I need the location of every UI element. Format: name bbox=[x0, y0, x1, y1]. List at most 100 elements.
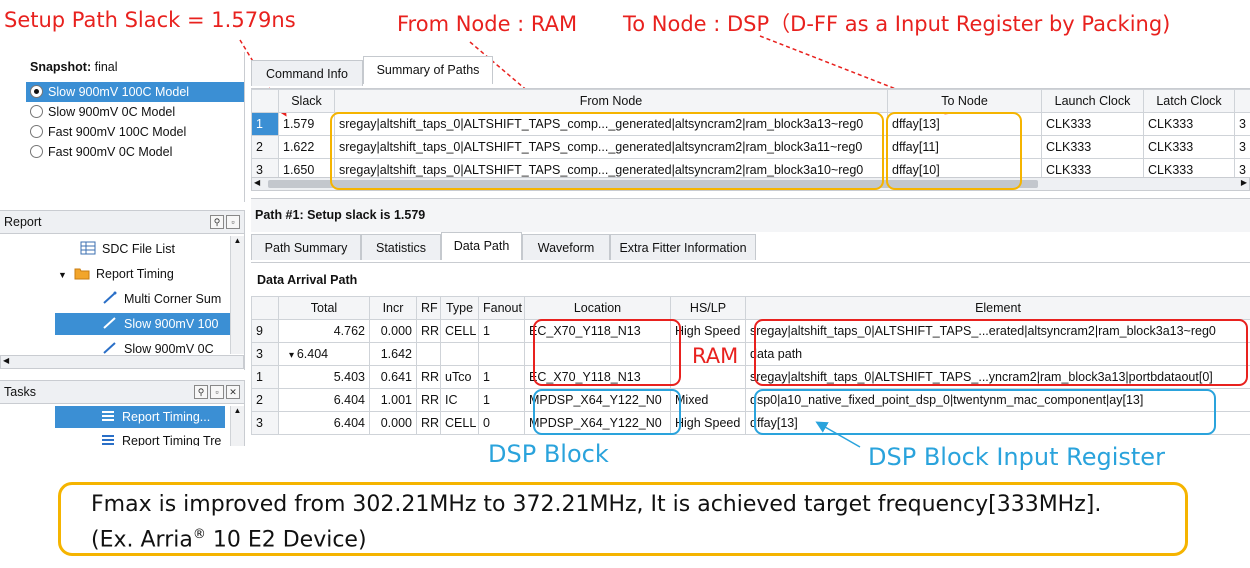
arrival_table-cell: uTco bbox=[440, 365, 479, 389]
task-list-icon bbox=[100, 408, 116, 422]
snapshot-model-item[interactable]: Fast 900mV 0C Model bbox=[26, 142, 244, 162]
report-item-sdc-file-list[interactable]: SDC File List bbox=[80, 238, 230, 260]
arrival_table-cell: 1 bbox=[478, 319, 525, 343]
arrival_table-col-header[interactable] bbox=[251, 296, 279, 320]
summary-note: Fmax is improved from 302.21MHz to 372.2… bbox=[58, 482, 1188, 556]
summary_table-cell: 3 bbox=[1234, 112, 1250, 136]
arrival_table-cell: 1.642 bbox=[369, 342, 417, 366]
ram-location-highlight bbox=[533, 319, 681, 386]
scroll-up-icon[interactable]: ▲ bbox=[231, 406, 244, 415]
arrival_table-cell: 0.000 bbox=[369, 319, 417, 343]
from-node-highlight bbox=[330, 112, 884, 190]
pin-icon[interactable]: ⚲ bbox=[194, 385, 208, 399]
arrival_table-col-header[interactable]: Fanout bbox=[478, 296, 525, 320]
row-number: 1 bbox=[251, 365, 279, 389]
path-title-bar: Path #1: Setup slack is 1.579 bbox=[251, 198, 1250, 232]
report-scrollbar[interactable]: ▲ bbox=[230, 236, 244, 354]
row-number: 3 bbox=[251, 411, 279, 435]
arrival_table-col-header[interactable]: HS/LP bbox=[670, 296, 746, 320]
to-node-highlight bbox=[886, 112, 1022, 190]
tab-path-summary[interactable]: Path Summary bbox=[251, 234, 361, 260]
tab-data-path[interactable]: Data Path bbox=[441, 232, 522, 260]
arrival_table-cell: 0.000 bbox=[369, 411, 417, 435]
snapshot-model-list: Slow 900mV 100C Model Slow 900mV 0C Model… bbox=[0, 82, 244, 162]
table-icon bbox=[80, 240, 96, 255]
task-list-icon bbox=[100, 432, 116, 446]
pin-icon[interactable]: ⚲ bbox=[210, 215, 224, 229]
arrival_table-cell: ▾ 6.404 bbox=[278, 342, 370, 366]
scroll-left-icon[interactable]: ◀ bbox=[254, 178, 260, 187]
arrival_table-cell: 0 bbox=[478, 411, 525, 435]
summary_table-cell: CLK333 bbox=[1143, 135, 1235, 159]
arrival_table-cell: CELL bbox=[440, 411, 479, 435]
snapshot-label: Snapshot: bbox=[30, 60, 92, 74]
tab-command-info[interactable]: Command Info bbox=[251, 60, 363, 86]
expand-arrow-icon[interactable]: ▾ bbox=[289, 350, 297, 361]
task-report-timing-tree[interactable]: Report Timing Tre bbox=[100, 430, 225, 446]
report-item-slow-100c[interactable]: Slow 900mV 100 bbox=[55, 313, 230, 335]
timing-path-icon bbox=[102, 340, 118, 354]
arrival_table-col-header[interactable]: Type bbox=[440, 296, 479, 320]
scroll-left-icon[interactable]: ◀ bbox=[3, 356, 9, 365]
note-line-2: (Ex. Arria® 10 E2 Device) bbox=[91, 527, 367, 553]
arrival_table-cell: High Speed bbox=[670, 319, 746, 343]
arrival_table-cell: 1.001 bbox=[369, 388, 417, 412]
row-number: 9 bbox=[251, 319, 279, 343]
snapshot-value: final bbox=[94, 60, 118, 74]
report-title: Report bbox=[4, 215, 42, 229]
task-report-timing[interactable]: Report Timing... bbox=[55, 406, 225, 428]
tasks-title: Tasks bbox=[4, 385, 36, 399]
row-number: 3 bbox=[251, 342, 279, 366]
arrival_table-cell: High Speed bbox=[670, 411, 746, 435]
radio-button[interactable] bbox=[30, 85, 43, 98]
arrival_table-cell bbox=[478, 342, 525, 366]
snapshot-model-item[interactable]: Fast 900mV 100C Model bbox=[26, 122, 244, 142]
tab-summary-of-paths[interactable]: Summary of Paths bbox=[363, 56, 493, 84]
close-icon[interactable]: ✕ bbox=[226, 385, 240, 399]
scroll-up-icon[interactable]: ▲ bbox=[231, 236, 244, 245]
row-number: 1 bbox=[251, 112, 279, 136]
snapshot-model-item[interactable]: Slow 900mV 0C Model bbox=[26, 102, 244, 122]
arrival_table-col-header[interactable]: Location bbox=[524, 296, 671, 320]
arrival_table-cell: 0.641 bbox=[369, 365, 417, 389]
radio-button[interactable] bbox=[30, 145, 43, 158]
note-line-1: Fmax is improved from 302.21MHz to 372.2… bbox=[91, 492, 1102, 517]
arrival_table-col-header[interactable]: Element bbox=[745, 296, 1250, 320]
arrival_table-cell: RR bbox=[416, 365, 441, 389]
summary_table-col-header[interactable]: Launch Clock bbox=[1041, 89, 1144, 113]
arrival_table-col-header[interactable]: RF bbox=[416, 296, 441, 320]
tasks-scrollbar[interactable]: ▲ bbox=[230, 406, 244, 446]
summary_table-col-header[interactable]: To Node bbox=[887, 89, 1042, 113]
dsp-element-highlight bbox=[754, 389, 1216, 435]
arrival_table-cell: 1 bbox=[478, 388, 525, 412]
summary_table-col-header[interactable]: From Node bbox=[334, 89, 888, 113]
report-item-report-timing[interactable]: ▼ Report Timing bbox=[58, 263, 238, 285]
radio-button[interactable] bbox=[30, 125, 43, 138]
summary_table-col-header[interactable] bbox=[251, 89, 279, 113]
float-icon[interactable]: ▫ bbox=[210, 385, 224, 399]
tab-extra-fitter-information[interactable]: Extra Fitter Information bbox=[610, 234, 756, 260]
timing-path-icon bbox=[102, 315, 118, 329]
report-h-scrollbar[interactable]: ◀ bbox=[0, 355, 244, 369]
snapshot-model-item[interactable]: Slow 900mV 100C Model bbox=[26, 82, 244, 102]
summary_table-col-header[interactable] bbox=[1234, 89, 1250, 113]
arrival_table-cell: RR bbox=[416, 411, 441, 435]
expand-arrow-icon[interactable]: ▼ bbox=[58, 264, 74, 285]
tab-waveform[interactable]: Waveform bbox=[522, 234, 610, 260]
tab-statistics[interactable]: Statistics bbox=[361, 234, 441, 260]
summary_table-cell: 3 bbox=[1234, 135, 1250, 159]
snapshot-panel: Snapshot: final Slow 900mV 100C Model Slo… bbox=[0, 52, 245, 202]
arrival_table-col-header[interactable]: Incr bbox=[369, 296, 417, 320]
arrival_table-cell: 1 bbox=[478, 365, 525, 389]
tasks-panel: Tasks ⚲ ▫ ✕ Report Timing... Report Timi… bbox=[0, 380, 245, 446]
section-title: Data Arrival Path bbox=[257, 273, 358, 287]
scroll-right-icon[interactable]: ▶ bbox=[1241, 178, 1247, 187]
summary_table-col-header[interactable]: Latch Clock bbox=[1143, 89, 1235, 113]
summary_table-col-header[interactable]: Slack bbox=[278, 89, 335, 113]
arrival_table-col-header[interactable]: Total bbox=[278, 296, 370, 320]
radio-button[interactable] bbox=[30, 105, 43, 118]
report-item-multi-corner[interactable]: Multi Corner Sum bbox=[102, 288, 230, 310]
arrival_table-cell: 6.404 bbox=[278, 411, 370, 435]
float-icon[interactable]: ▫ bbox=[226, 215, 240, 229]
dsp-location-highlight bbox=[533, 389, 681, 435]
